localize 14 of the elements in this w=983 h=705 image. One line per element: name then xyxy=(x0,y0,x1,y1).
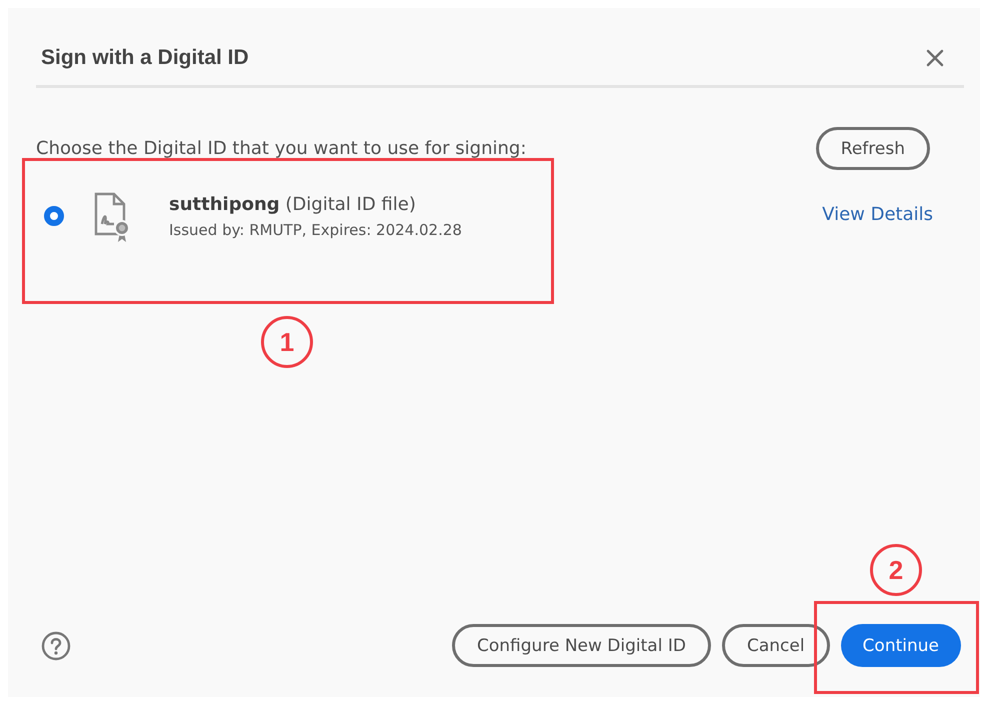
view-details-link[interactable]: View Details xyxy=(822,204,933,225)
digital-id-name: sutthipong (Digital ID file) xyxy=(169,194,417,214)
digital-id-details: Issued by: RMUTP, Expires: 2024.02.28 xyxy=(169,220,463,238)
prompt-text: Choose the Digital ID that you want to use for signing: xyxy=(36,138,526,159)
step-number: 1 xyxy=(261,316,313,368)
continue-button[interactable]: Continue xyxy=(840,624,961,667)
help-icon[interactable] xyxy=(41,630,71,660)
refresh-button[interactable]: Refresh xyxy=(816,127,930,170)
dialog-title: Sign with a Digital ID xyxy=(41,46,249,70)
dialog-button[interactable]: Cancel xyxy=(722,624,830,667)
radio-button[interactable] xyxy=(44,206,64,226)
close-icon[interactable] xyxy=(926,49,944,67)
dialog-button[interactable]: Configure New Digital ID xyxy=(452,624,711,667)
step-number: 2 xyxy=(870,544,922,596)
